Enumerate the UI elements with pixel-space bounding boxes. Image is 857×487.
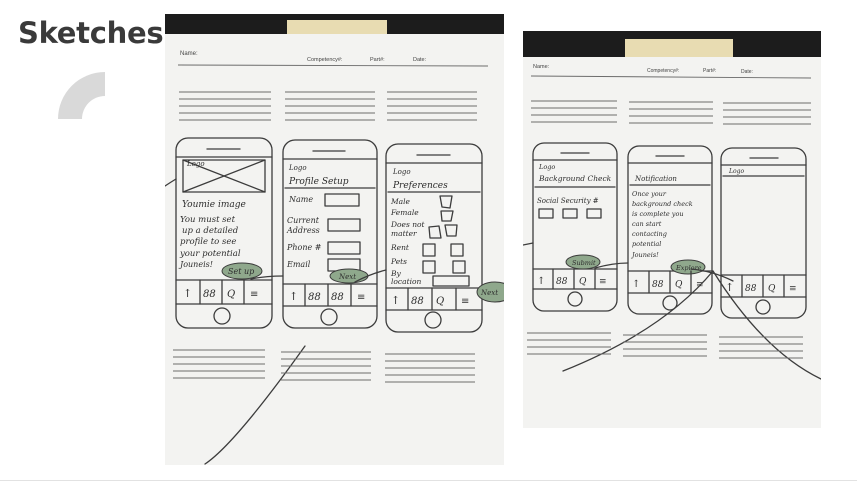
phone-4-button: Submit [572, 259, 596, 267]
svg-text:↑: ↑ [289, 290, 298, 303]
phone-5-heading: Notification [634, 175, 677, 183]
competency-label-2: Competency#: [647, 68, 679, 74]
svg-text:88: 88 [556, 277, 568, 287]
phone-2-logo: Logo [288, 164, 307, 172]
phone-5-button: Explore [675, 264, 702, 272]
phone-4-line-1: Social Security # [537, 197, 599, 205]
svg-text:≡: ≡ [461, 296, 469, 307]
phone-1-line-3: up a detailed [182, 226, 239, 236]
svg-text:88: 88 [411, 296, 424, 307]
phone-2-line-1: Name [288, 195, 313, 204]
svg-text:Q: Q [579, 277, 587, 287]
name-label: Name: [180, 51, 198, 57]
svg-text:≡: ≡ [789, 284, 797, 294]
date-label: Date: [413, 57, 427, 63]
phone-3-line-2: Female [390, 208, 419, 217]
svg-text:88: 88 [308, 292, 321, 303]
svg-text:↑: ↑ [183, 287, 192, 300]
phone-5-line-2: background check [632, 200, 693, 208]
phone-3-line-4: matter [391, 229, 417, 238]
phone-1-line-1: Youmie image [182, 200, 246, 210]
phone-5-line-5: contacting [632, 230, 667, 238]
phone-1-line-4: profile to see [180, 237, 236, 247]
edge-label: Next [480, 289, 498, 297]
sketch-photo-1: Name: Competency#: Part#: Date: Logo You… [165, 14, 504, 465]
phone-5-line-4: can start [632, 220, 662, 228]
part-label-2: Part#: [703, 68, 716, 74]
svg-text:↑: ↑ [632, 279, 640, 290]
phone-1-line-6: Jouneis! [178, 260, 213, 269]
phone-4-heading: Background Check [538, 174, 612, 183]
svg-text:↑: ↑ [391, 294, 400, 307]
phone-1-line-5: your potential [179, 249, 241, 259]
phone-3-line-5: Rent [390, 243, 410, 252]
svg-text:Q: Q [436, 296, 444, 307]
page-title: Sketches [18, 16, 164, 50]
svg-text:≡: ≡ [599, 277, 607, 287]
svg-text:88: 88 [331, 292, 344, 303]
footer-divider [0, 480, 857, 481]
phone-3-heading: Preferences [392, 181, 448, 191]
phone-5-line-3: is complete you [632, 210, 684, 218]
name-label-2: Name: [533, 64, 550, 70]
svg-text:Q: Q [227, 289, 235, 300]
phone-5-line-7: Jouneis! [630, 251, 659, 259]
date-label-2: Date: [741, 69, 753, 75]
part-label: Part#: [370, 57, 385, 63]
sketch-photo-2: Name: Competency#: Part#: Date: Logo Bac… [523, 31, 821, 428]
svg-text:≡: ≡ [357, 292, 365, 303]
phone-3-line-8: location [391, 277, 422, 286]
decorative-arc [58, 72, 105, 119]
phone-3-line-1: Male [390, 197, 411, 206]
phone-2-heading: Profile Setup [288, 177, 349, 187]
phone-2-line-5: Email [286, 260, 311, 269]
phone-3-line-3: Does not [390, 220, 426, 229]
svg-text:Q: Q [675, 280, 683, 290]
phone-5-line-6: potential [632, 240, 661, 248]
svg-text:88: 88 [652, 280, 664, 290]
phone-3-line-6: Pets [390, 257, 407, 266]
phone-2-line-3: Address [286, 226, 320, 235]
phone-4-logo: Logo [538, 163, 555, 171]
phone-1-line-2: You must set [180, 215, 236, 225]
phone-6-logo: Logo [728, 168, 744, 175]
phone-1-button: Set up [228, 267, 254, 276]
svg-text:88: 88 [203, 289, 216, 300]
phone-2-line-2: Current [287, 216, 320, 225]
phone-1-logo: Logo [186, 160, 205, 168]
phone-5-line-1: Once your [632, 190, 667, 198]
svg-text:Q: Q [768, 284, 776, 294]
svg-text:↑: ↑ [537, 276, 545, 287]
phone-3-logo: Logo [392, 168, 411, 176]
svg-text:≡: ≡ [250, 289, 258, 300]
phone-2-button: Next [338, 273, 356, 281]
phone-2-line-4: Phone # [286, 243, 322, 252]
competency-label: Competency#: [307, 57, 343, 63]
svg-text:88: 88 [745, 284, 757, 294]
